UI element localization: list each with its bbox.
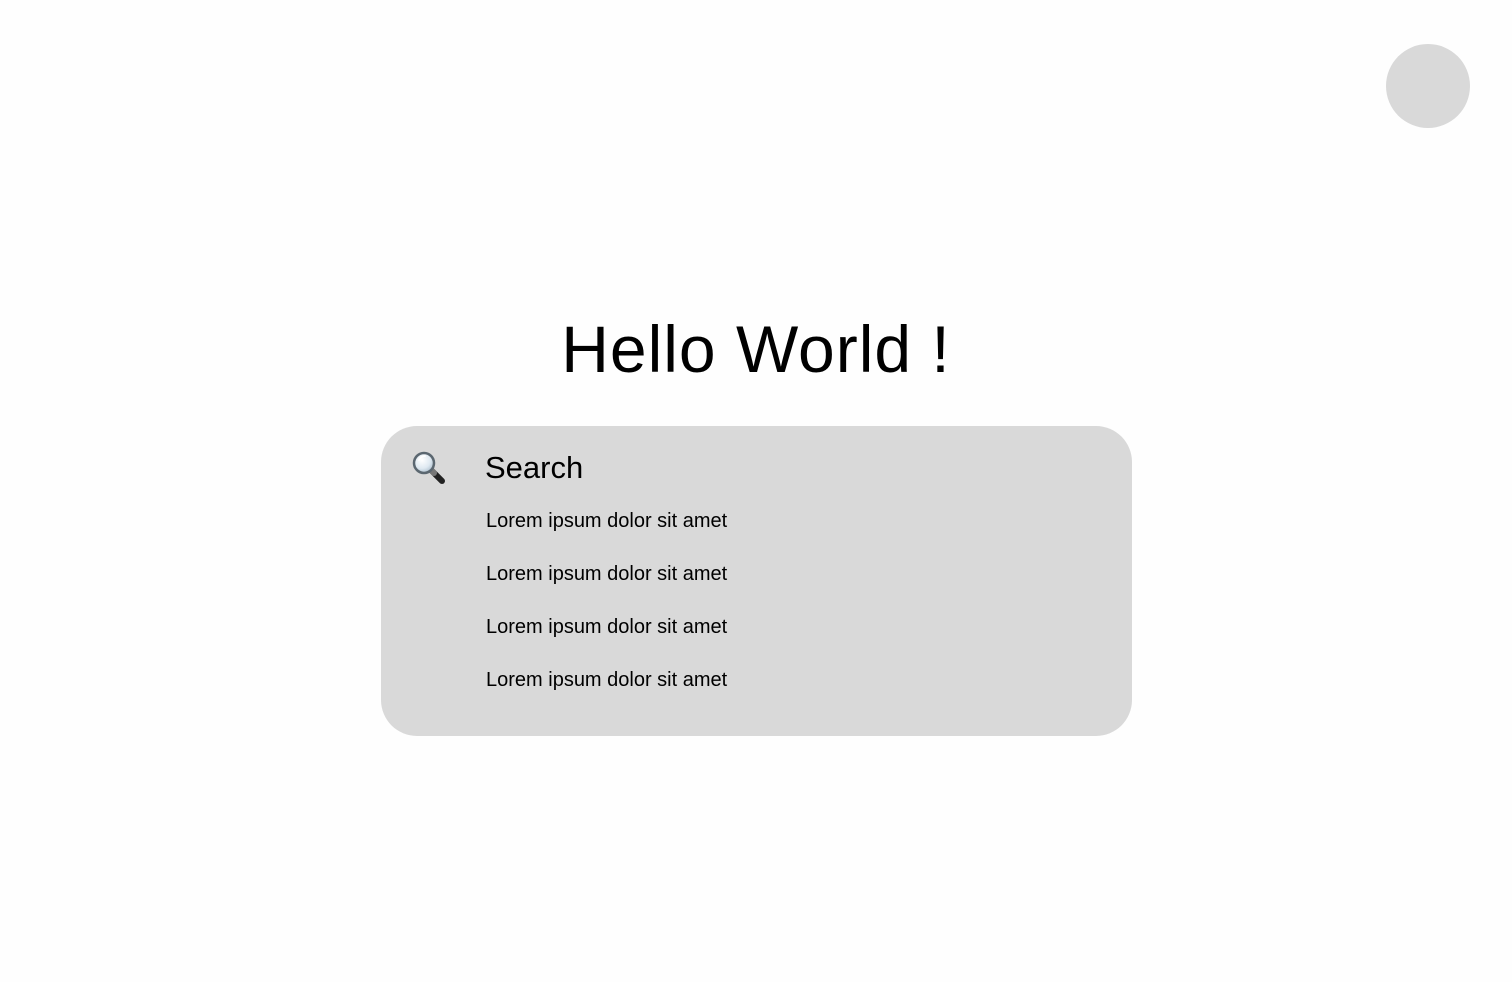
page-title: Hello World ! — [561, 312, 951, 386]
search-icon — [411, 450, 447, 486]
avatar[interactable] — [1386, 44, 1470, 128]
suggestion-item[interactable]: Lorem ipsum dolor sit amet — [486, 559, 727, 612]
suggestion-item[interactable]: Lorem ipsum dolor sit amet — [486, 665, 727, 718]
suggestion-list: Lorem ipsum dolor sit amet Lorem ipsum d… — [486, 506, 727, 718]
suggestion-item[interactable]: Lorem ipsum dolor sit amet — [486, 612, 727, 665]
search-panel: Lorem ipsum dolor sit amet Lorem ipsum d… — [381, 426, 1132, 736]
suggestion-item[interactable]: Lorem ipsum dolor sit amet — [486, 506, 727, 559]
search-input[interactable] — [485, 448, 1045, 488]
